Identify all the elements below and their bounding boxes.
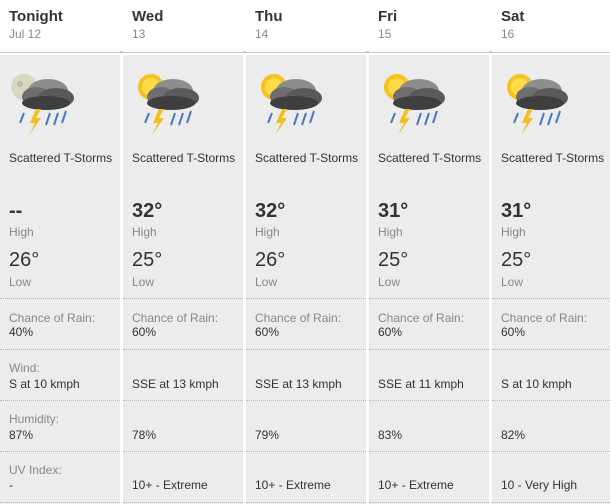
- forecast-column-tonight: Tonight Jul 12 Scattered T-Storms -- Hig…: [0, 0, 120, 504]
- low-label: Low: [378, 275, 401, 289]
- uv-index-value: -: [9, 478, 13, 492]
- humidity-value: 87%: [9, 428, 34, 442]
- day-name: Tonight: [9, 8, 63, 25]
- column-body: Scattered T-Storms 32° High 25° Low Chan…: [123, 55, 243, 504]
- day-date: 13: [132, 27, 146, 41]
- day-thunderstorm-icon: [138, 74, 199, 135]
- low-temp: 25°: [132, 249, 163, 271]
- column-header: Fri 15: [369, 0, 489, 52]
- wind-value: SSE at 13 kmph: [255, 377, 342, 391]
- condition-text: Scattered T-Storms: [132, 151, 236, 165]
- column-header: Tonight Jul 12: [0, 0, 120, 52]
- condition-text: Scattered T-Storms: [255, 151, 359, 165]
- column-header: Sat 16: [492, 0, 610, 52]
- low-label: Low: [132, 275, 155, 289]
- forecast-column-sat: Sat 16 Scattered T-Storms 31° High 25° L…: [492, 0, 610, 504]
- low-temp: 25°: [378, 249, 409, 271]
- low-label: Low: [9, 275, 32, 289]
- condition-text: Scattered T-Storms: [378, 151, 482, 165]
- wind-value: SSE at 13 kmph: [132, 377, 219, 391]
- uv-index-value: 10 - Very High: [501, 478, 578, 492]
- condition-text: Scattered T-Storms: [501, 151, 605, 165]
- condition-text: Scattered T-Storms: [9, 151, 113, 165]
- day-name: Fri: [378, 8, 398, 25]
- high-temp: --: [9, 200, 23, 222]
- chance-of-rain-value: 40%: [9, 325, 34, 339]
- chance-of-rain-value: 60%: [501, 325, 526, 339]
- day-date: 14: [255, 27, 269, 41]
- chance-of-rain-label: Chance of Rain:: [132, 311, 219, 325]
- column-body: Scattered T-Storms -- High 26° Low Chanc…: [0, 55, 120, 504]
- low-temp: 26°: [255, 249, 286, 271]
- humidity-label: Humidity:: [9, 412, 60, 426]
- column-header: Wed 13: [123, 0, 243, 52]
- chance-of-rain-value: 60%: [378, 325, 403, 339]
- column-body: Scattered T-Storms 31° High 25° Low Chan…: [492, 55, 610, 504]
- day-date: Jul 12: [9, 27, 42, 41]
- high-label: High: [501, 225, 526, 239]
- high-temp: 32°: [255, 200, 286, 222]
- day-thunderstorm-icon: [261, 74, 322, 135]
- column-body: Scattered T-Storms 32° High 26° Low Chan…: [246, 55, 366, 504]
- high-label: High: [378, 225, 403, 239]
- chance-of-rain-value: 60%: [132, 325, 157, 339]
- column-body: Scattered T-Storms 31° High 25° Low Chan…: [369, 55, 489, 504]
- uv-index-label: UV Index:: [9, 463, 62, 477]
- uv-index-value: 10+ - Extreme: [132, 478, 208, 492]
- chance-of-rain-label: Chance of Rain:: [9, 311, 96, 325]
- high-label: High: [255, 225, 280, 239]
- wind-label: Wind:: [9, 361, 40, 375]
- wind-value: SSE at 11 kmph: [378, 377, 464, 391]
- day-date: 15: [378, 27, 392, 41]
- chance-of-rain-label: Chance of Rain:: [378, 311, 465, 325]
- chance-of-rain-label: Chance of Rain:: [501, 311, 588, 325]
- humidity-value: 78%: [132, 428, 157, 442]
- day-name: Sat: [501, 8, 525, 25]
- low-temp: 26°: [9, 249, 40, 271]
- low-label: Low: [501, 275, 524, 289]
- uv-index-value: 10+ - Extreme: [255, 478, 331, 492]
- day-thunderstorm-icon: [507, 74, 568, 135]
- humidity-value: 82%: [501, 428, 526, 442]
- high-temp: 32°: [132, 200, 163, 222]
- humidity-value: 79%: [255, 428, 280, 442]
- uv-index-value: 10+ - Extreme: [378, 478, 454, 492]
- chance-of-rain-label: Chance of Rain:: [255, 311, 342, 325]
- forecast-grid: Tonight Jul 12 Scattered T-Storms -- Hig…: [0, 0, 610, 504]
- high-temp: 31°: [501, 200, 532, 222]
- day-thunderstorm-icon: [384, 74, 445, 135]
- night-thunderstorm-icon: [11, 74, 74, 135]
- column-header: Thu 14: [246, 0, 366, 52]
- wind-value: S at 10 kmph: [9, 377, 80, 391]
- high-temp: 31°: [378, 200, 409, 222]
- forecast-column-wed: Wed 13 Scattered T-Storms 32° High 25° L…: [123, 0, 243, 504]
- chance-of-rain-value: 60%: [255, 325, 280, 339]
- forecast-column-thu: Thu 14 Scattered T-Storms 32° High 26° L…: [246, 0, 366, 504]
- wind-value: S at 10 kmph: [501, 377, 572, 391]
- high-label: High: [132, 225, 157, 239]
- day-name: Thu: [255, 8, 283, 25]
- forecast-column-fri: Fri 15 Scattered T-Storms 31° High 25° L…: [369, 0, 489, 504]
- low-label: Low: [255, 275, 278, 289]
- day-date: 16: [501, 27, 515, 41]
- high-label: High: [9, 225, 34, 239]
- humidity-value: 83%: [378, 428, 403, 442]
- day-name: Wed: [132, 8, 164, 25]
- low-temp: 25°: [501, 249, 532, 271]
